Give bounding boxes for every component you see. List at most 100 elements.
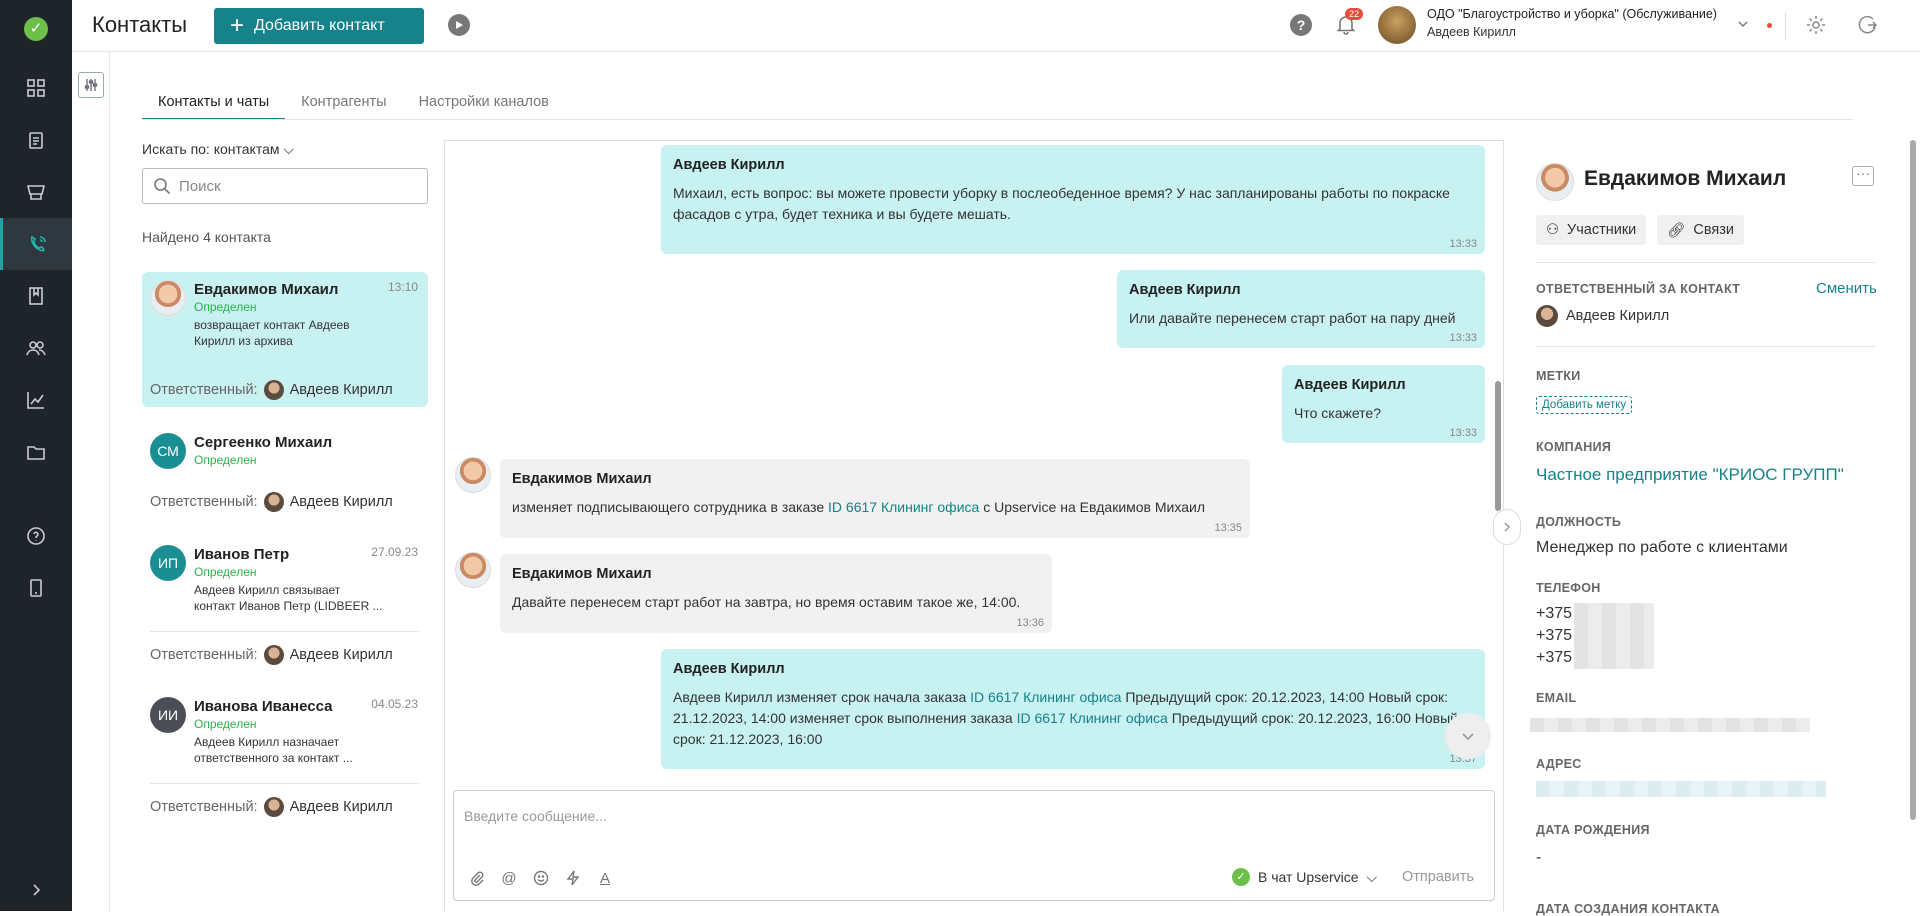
tab-contacts-chats[interactable]: Контакты и чаты — [142, 90, 286, 120]
sidebar-expand-icon[interactable] — [0, 864, 72, 916]
message-composer[interactable]: Введите сообщение... @ A ✓ В чат Upservi… — [453, 790, 1495, 901]
logout-icon[interactable] — [1856, 13, 1880, 37]
search-by-label: Искать по: контактам — [142, 141, 280, 157]
members-button[interactable]: ⚇ Участники — [1536, 215, 1647, 245]
tab-channel-settings[interactable]: Настройки каналов — [403, 90, 565, 120]
redacted-address — [1536, 781, 1826, 797]
top-bar: Контакты + Добавить контакт ? 22 ОДО "Бл… — [72, 0, 1920, 52]
contact-card[interactable]: СМ Сергеенко Михаил Определен Ответствен… — [142, 425, 428, 515]
company-link[interactable]: Частное предприятие "КРИОС ГРУПП" — [1536, 465, 1844, 485]
contact-time: 13:10 — [387, 280, 418, 294]
order-link[interactable]: ID 6617 Клининг офиса — [828, 499, 979, 515]
avatar — [455, 457, 491, 493]
help-icon[interactable]: ? — [1290, 14, 1312, 36]
divider — [1785, 12, 1786, 40]
play-video-icon[interactable] — [448, 14, 470, 36]
change-responsible-link[interactable]: Сменить — [1816, 280, 1877, 297]
gear-icon[interactable] — [1804, 13, 1828, 37]
message-author: Авдеев Кирилл — [673, 661, 785, 677]
contact-time: 27.09.23 — [371, 545, 418, 559]
avatar: ИИ — [150, 697, 186, 733]
avatar — [263, 797, 284, 817]
attach-icon[interactable] — [468, 869, 486, 887]
search-by-dropdown[interactable]: Искать по: контактам ⌵ — [142, 141, 294, 158]
message-author: Евдакимов Михаил — [512, 566, 652, 582]
sidebar-users-icon[interactable] — [0, 322, 72, 374]
order-link[interactable]: ID 6617 Клининг офиса — [970, 689, 1121, 705]
sidebar-documents-icon[interactable] — [0, 114, 72, 166]
app-logo-icon[interactable]: ✓ — [24, 17, 48, 41]
contact-name: Евдакимов Михаил — [194, 281, 339, 298]
email-label: EMAIL — [1536, 691, 1577, 705]
check-icon: ✓ — [1232, 868, 1250, 886]
company-label: КОМПАНИЯ — [1536, 440, 1612, 454]
contact-last-event: Авдеев Кирилл связывает контакт Иванов П… — [194, 583, 383, 613]
tab-counterparties[interactable]: Контрагенты — [285, 90, 402, 120]
responsible-name: Авдеев Кирилл — [289, 647, 393, 663]
notifications-badge: 22 — [1345, 8, 1364, 20]
phone-value[interactable]: +375 — [1536, 605, 1572, 623]
phone-label: ТЕЛЕФОН — [1536, 581, 1601, 595]
sidebar-shop-icon[interactable] — [0, 166, 72, 218]
contact-card[interactable]: ИИ Иванова Иванесса 04.05.23 Определен А… — [142, 689, 428, 824]
lightning-icon[interactable] — [564, 869, 582, 887]
filter-column — [72, 52, 110, 911]
text-format-icon[interactable]: A — [596, 869, 614, 887]
filter-settings-icon[interactable] — [78, 72, 104, 98]
status-dot — [1767, 23, 1772, 28]
position-value: Менеджер по работе с клиентами — [1536, 539, 1788, 556]
contact-card[interactable]: ИП Иванов Петр 27.09.23 Определен Авдеев… — [142, 537, 428, 672]
current-user-name[interactable]: Авдеев Кирилл — [1427, 25, 1516, 39]
contact-card[interactable]: Евдакимов Михаил 13:10 Определен возвращ… — [142, 272, 428, 407]
message-author: Авдеев Кирилл — [673, 157, 785, 173]
mention-icon[interactable]: @ — [500, 869, 518, 887]
phone-value[interactable]: +375 — [1536, 627, 1572, 645]
channel-label: В чат Upservice — [1258, 869, 1359, 885]
org-avatar[interactable] — [1378, 6, 1416, 44]
avatar — [150, 280, 186, 316]
avatar — [263, 645, 284, 665]
responsible-row: Ответственный: Авдеев Кирилл — [150, 645, 393, 665]
profile-scrollbar[interactable] — [1910, 140, 1916, 820]
responsible-row: Авдеев Кирилл — [1536, 305, 1669, 327]
add-tag-button[interactable]: Добавить метку — [1536, 396, 1633, 414]
avatar — [263, 492, 284, 512]
panel-toggle-chevron-right-icon[interactable] — [1493, 509, 1521, 545]
main-sidebar: ✓ — [0, 0, 72, 911]
contact-time: 04.05.23 — [371, 697, 418, 711]
responsible-row: Ответственный: Авдеев Кирилл — [150, 492, 393, 512]
scroll-down-button[interactable] — [1445, 713, 1491, 759]
contact-status: Определен — [194, 565, 257, 579]
avatar — [1536, 305, 1558, 327]
responsible-label: Ответственный: — [150, 382, 258, 398]
order-link[interactable]: ID 6617 Клининг офиса — [1017, 710, 1168, 726]
message-text: Что скажете? — [1294, 405, 1381, 421]
sidebar-contacts-icon[interactable] — [0, 218, 72, 270]
channel-select[interactable]: ✓ В чат Upservice ⌵ — [1232, 868, 1377, 886]
message-text: Или давайте перенесем старт работ на пар… — [1129, 310, 1456, 326]
members-label: Участники — [1567, 222, 1637, 238]
chevron-down-icon[interactable] — [1737, 17, 1749, 29]
users-icon: ⚇ — [1546, 222, 1559, 238]
sidebar-mobile-icon[interactable] — [0, 562, 72, 614]
sidebar-folder-icon[interactable] — [0, 426, 72, 478]
sidebar-help-icon[interactable] — [0, 510, 72, 562]
sidebar-dashboard-icon[interactable] — [0, 62, 72, 114]
sidebar-book-icon[interactable] — [0, 270, 72, 322]
message-time: 13:36 — [1016, 617, 1044, 629]
search-input[interactable]: Поиск — [142, 168, 428, 204]
chat-scrollbar[interactable] — [1495, 381, 1501, 511]
more-options-icon[interactable]: ··· — [1852, 166, 1874, 186]
phone-value[interactable]: +375 — [1536, 649, 1572, 667]
chevron-down-icon: ⌵ — [1366, 868, 1378, 885]
org-name[interactable]: ОДО "Благоустройство и уборка" (Обслужив… — [1427, 7, 1717, 21]
avatar: СМ — [150, 433, 186, 469]
add-contact-button[interactable]: + Добавить контакт — [214, 8, 424, 44]
responsible-name: Авдеев Кирилл — [289, 382, 393, 398]
links-button[interactable]: 🔗︎ Связи — [1657, 215, 1745, 245]
emoji-icon[interactable] — [532, 869, 550, 887]
tags-label: МЕТКИ — [1536, 369, 1581, 383]
send-button[interactable]: Отправить — [1402, 869, 1474, 885]
sidebar-analytics-icon[interactable] — [0, 374, 72, 426]
chat-message: Авдеев Кирилл Авдеев Кирилл изменяет сро… — [661, 649, 1485, 769]
